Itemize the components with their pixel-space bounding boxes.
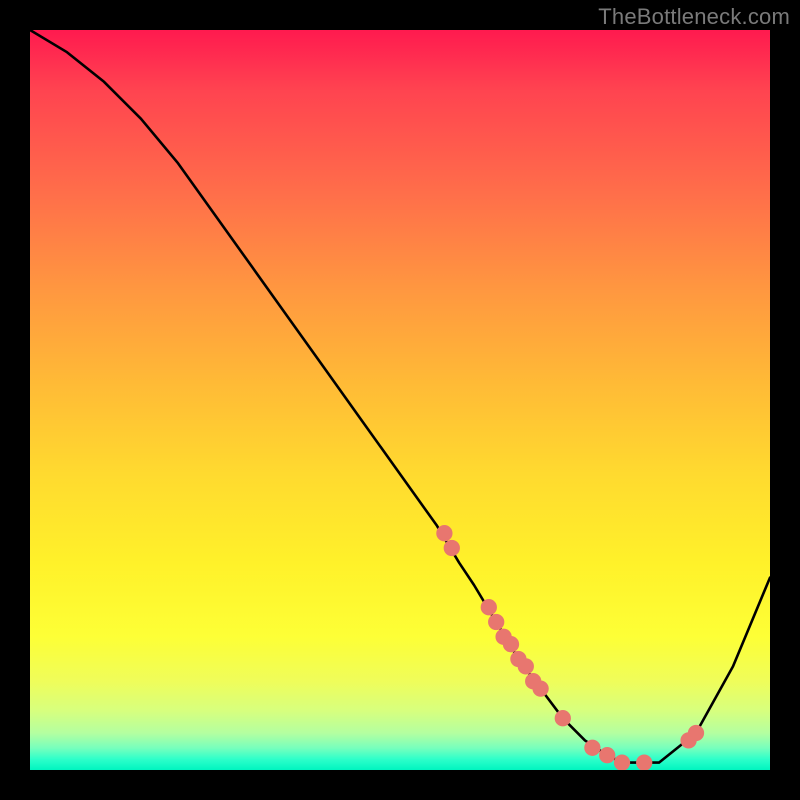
scatter-dot bbox=[518, 658, 534, 674]
scatter-dot bbox=[532, 680, 548, 696]
scatter-dot bbox=[599, 747, 615, 763]
scatter-dot bbox=[688, 725, 704, 741]
scatter-dot bbox=[584, 740, 600, 756]
bottleneck-curve bbox=[30, 30, 770, 763]
watermark-text: TheBottleneck.com bbox=[598, 4, 790, 30]
scatter-dot bbox=[436, 525, 452, 541]
scatter-dot bbox=[488, 614, 504, 630]
scatter-dot bbox=[555, 710, 571, 726]
scatter-dot bbox=[503, 636, 519, 652]
scatter-dot bbox=[481, 599, 497, 615]
scatter-dot bbox=[444, 540, 460, 556]
scatter-dot bbox=[636, 754, 652, 770]
scatter-dot bbox=[614, 754, 630, 770]
scatter-dots bbox=[436, 525, 704, 770]
chart-frame: TheBottleneck.com bbox=[0, 0, 800, 800]
chart-svg bbox=[30, 30, 770, 770]
plot-area bbox=[30, 30, 770, 770]
